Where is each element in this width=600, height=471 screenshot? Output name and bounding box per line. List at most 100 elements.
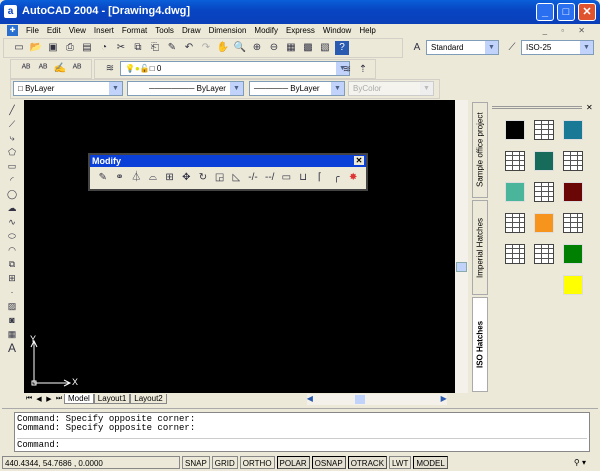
menu-format[interactable]: Format: [122, 26, 147, 35]
trim-icon[interactable]: -/-: [246, 171, 260, 185]
menu-file[interactable]: File: [26, 26, 39, 35]
next-tab-icon[interactable]: ▶: [44, 395, 54, 403]
minimize-button[interactable]: _: [536, 3, 554, 21]
make-object-layer-current-icon[interactable]: ≋: [340, 63, 354, 77]
horizontal-scrollbar[interactable]: ◀ ▶: [306, 393, 447, 405]
fillet-icon[interactable]: ╭: [330, 171, 344, 185]
hatch-swatch[interactable]: [534, 151, 554, 171]
rectangle-icon[interactable]: ▭: [5, 160, 19, 173]
line-icon[interactable]: ╱: [5, 104, 19, 117]
document-window-controls[interactable]: _ ▫ ✕: [543, 26, 591, 35]
zoom-previous-icon[interactable]: ⊖: [267, 41, 281, 55]
hatch-swatch[interactable]: [505, 182, 525, 202]
explode-icon[interactable]: ✸: [346, 171, 360, 185]
ellipse-arc-icon[interactable]: ◠: [5, 244, 19, 257]
hatch-swatch[interactable]: [505, 213, 525, 233]
pan-icon[interactable]: ✋: [216, 41, 230, 55]
menu-window[interactable]: Window: [323, 26, 351, 35]
design-center-icon[interactable]: ▩: [301, 41, 315, 55]
zoom-realtime-icon[interactable]: 🔍: [233, 41, 247, 55]
table-icon[interactable]: ▦: [5, 328, 19, 341]
hatch-swatch[interactable]: [534, 120, 554, 140]
break-icon[interactable]: ▭: [280, 171, 294, 185]
erase-icon[interactable]: ✎: [96, 171, 110, 185]
snap-button[interactable]: SNAP: [182, 455, 210, 469]
polar-button[interactable]: POLAR: [276, 455, 310, 469]
palette-tab-sample-office[interactable]: Sample office project: [472, 102, 488, 198]
hatch-swatch[interactable]: [534, 182, 554, 202]
scroll-left-icon[interactable]: ◀: [307, 394, 313, 403]
close-button[interactable]: ✕: [578, 3, 596, 21]
help-icon[interactable]: ?: [335, 41, 349, 55]
hatch-swatch[interactable]: [563, 120, 583, 140]
menu-edit[interactable]: Edit: [47, 26, 61, 35]
lwt-button[interactable]: LWT: [389, 455, 412, 469]
otrack-button[interactable]: OTRACK: [347, 455, 388, 469]
command-line[interactable]: Command: Specify opposite corner: Comman…: [14, 412, 590, 452]
copy-object-icon[interactable]: ⚭: [113, 171, 127, 185]
publish-icon[interactable]: ◔: [97, 41, 111, 55]
layer-previous-icon[interactable]: ⇡: [356, 63, 370, 77]
menu-view[interactable]: View: [69, 26, 86, 35]
polygon-icon[interactable]: ⬠: [5, 146, 19, 159]
plot-icon[interactable]: ⎙: [63, 41, 77, 55]
dim-style-select[interactable]: ISO-25 ▼: [521, 40, 594, 55]
scroll-thumb[interactable]: [456, 262, 467, 272]
palette-close-icon[interactable]: ✕: [586, 103, 593, 112]
menu-draw[interactable]: Draw: [182, 26, 201, 35]
document-icon[interactable]: ✚: [7, 25, 18, 36]
palette-grip[interactable]: [492, 106, 582, 109]
stretch-icon[interactable]: ◺: [230, 171, 244, 185]
lineweight-select[interactable]: ────── ByLayer ▼: [249, 81, 345, 96]
tool-palettes-icon[interactable]: ▧: [318, 41, 332, 55]
linetype-select[interactable]: ──────── ByLayer ▼: [127, 81, 244, 96]
mirror-icon[interactable]: ⏃: [129, 171, 143, 185]
communication-center-icon[interactable]: ⚲ ▾: [574, 458, 586, 467]
move-icon[interactable]: ✥: [179, 171, 193, 185]
text-icon-2[interactable]: ᴬᴮ: [36, 62, 50, 76]
layer-manager-icon[interactable]: ≋: [103, 62, 117, 76]
copy-icon[interactable]: ⧉: [131, 41, 145, 55]
color-select[interactable]: □ ByLayer ▼: [13, 81, 123, 96]
text-icon-1[interactable]: ᴬᴮ: [19, 62, 33, 76]
hatch-swatch[interactable]: [505, 244, 525, 264]
arc-icon[interactable]: ◜: [5, 174, 19, 187]
redo-icon[interactable]: ↷: [199, 41, 213, 55]
menu-insert[interactable]: Insert: [94, 26, 114, 35]
ortho-button[interactable]: ORTHO: [239, 455, 275, 469]
hatch-swatch[interactable]: [534, 244, 554, 264]
open-icon[interactable]: 📂: [29, 41, 43, 55]
vertical-scrollbar[interactable]: [455, 100, 468, 393]
hatch-swatch[interactable]: [563, 213, 583, 233]
properties-icon[interactable]: ▦: [284, 41, 298, 55]
drawing-area[interactable]: Y X: [24, 100, 455, 393]
osnap-button[interactable]: OSNAP: [311, 455, 346, 469]
palette-tab-imperial-hatches[interactable]: Imperial Hatches: [472, 200, 488, 295]
hatch-swatch[interactable]: [563, 182, 583, 202]
construction-line-icon[interactable]: ⟋: [5, 118, 19, 131]
point-icon[interactable]: ·: [5, 286, 19, 299]
hatch-swatch[interactable]: [563, 275, 583, 295]
menu-tools[interactable]: Tools: [155, 26, 174, 35]
menu-express[interactable]: Express: [286, 26, 315, 35]
paste-icon[interactable]: ⎗: [148, 41, 162, 55]
menu-modify[interactable]: Modify: [254, 26, 278, 35]
match-properties-icon[interactable]: ✎: [165, 41, 179, 55]
hatch-swatch[interactable]: [563, 244, 583, 264]
first-tab-icon[interactable]: ⏮: [24, 395, 34, 403]
cut-icon[interactable]: ✂: [114, 41, 128, 55]
ellipse-icon[interactable]: ⬭: [5, 230, 19, 243]
rotate-icon[interactable]: ↻: [196, 171, 210, 185]
hatch-swatch[interactable]: [563, 151, 583, 171]
command-prompt[interactable]: Command:: [17, 438, 587, 450]
extend-icon[interactable]: --/: [263, 171, 277, 185]
insert-block-icon[interactable]: ⧉: [5, 258, 19, 271]
circle-icon[interactable]: ◯: [5, 188, 19, 201]
maximize-button[interactable]: □: [557, 3, 575, 21]
text-icon-3[interactable]: ✍: [53, 62, 67, 76]
chamfer-icon[interactable]: ⌈: [313, 171, 327, 185]
plot-preview-icon[interactable]: ▤: [80, 41, 94, 55]
tab-model[interactable]: Model: [64, 394, 94, 404]
scroll-right-icon[interactable]: ▶: [441, 394, 447, 403]
text-style-select[interactable]: Standard ▼: [426, 40, 499, 55]
